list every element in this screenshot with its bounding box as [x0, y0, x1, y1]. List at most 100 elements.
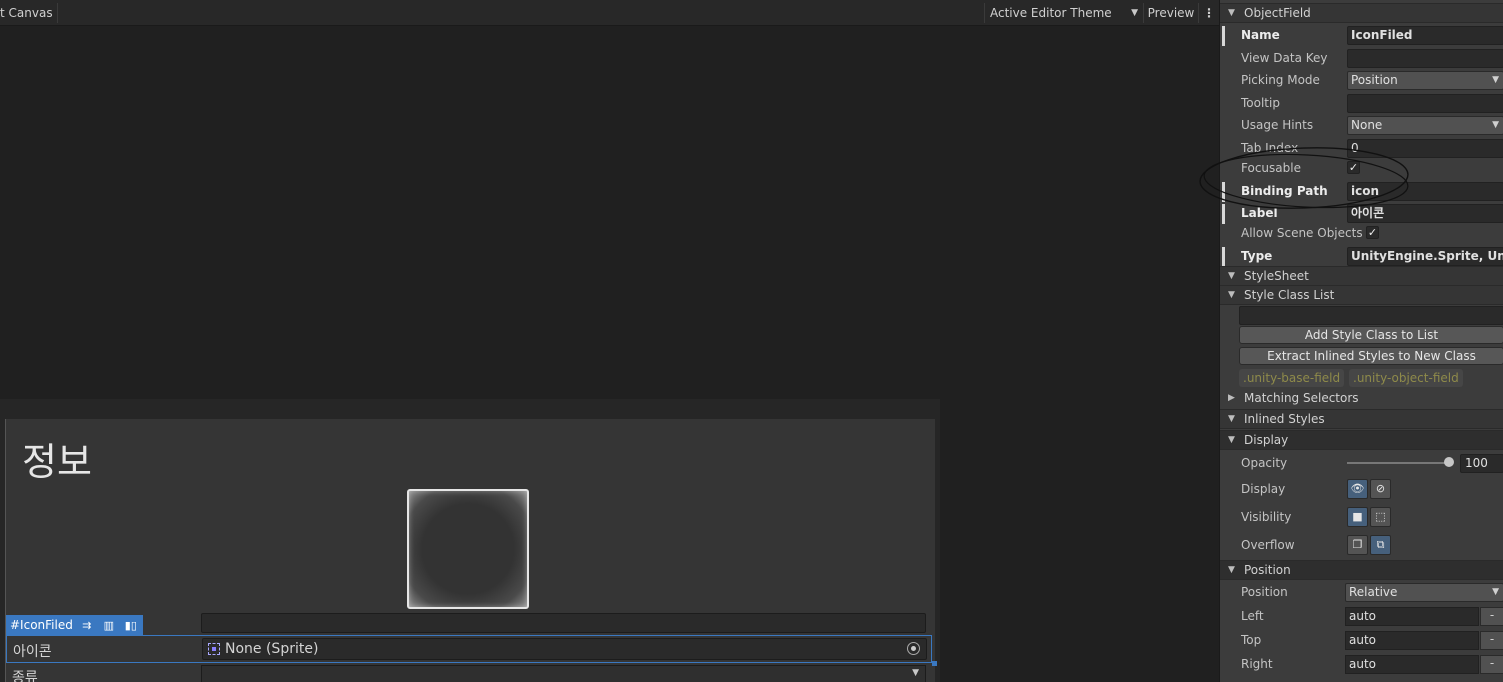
prop-type: Type UnityEngine.Sprite, UnityE: [1220, 245, 1503, 267]
ui-builder-window: t Canvas Active Editor Theme ▼ Preview ⋮…: [0, 0, 1503, 682]
label-input[interactable]: 아이콘: [1347, 204, 1503, 223]
opacity-slider[interactable]: [1347, 462, 1447, 464]
name-input[interactable]: IconFiled: [1347, 26, 1503, 45]
prop-display: Display 👁 ⊘: [1220, 478, 1503, 500]
prop-label: Focusable: [1241, 161, 1301, 175]
prop-top: Top auto -: [1220, 629, 1503, 651]
prop-right: Right auto -: [1220, 653, 1503, 675]
opacity-input[interactable]: 100: [1460, 454, 1503, 473]
prop-label: Tooltip: [1241, 96, 1280, 110]
foldout-open-icon: ▼: [1228, 414, 1235, 424]
preview-button[interactable]: Preview: [1143, 3, 1199, 23]
prop-tooltip: Tooltip: [1220, 92, 1503, 114]
chevron-down-icon: ▼: [1492, 120, 1499, 130]
allow-scene-objects-checkbox[interactable]: ✓: [1366, 226, 1379, 239]
view-data-key-input[interactable]: [1347, 49, 1503, 68]
position-dropdown[interactable]: Relative ▼: [1345, 583, 1503, 602]
canvas-tab[interactable]: t Canvas: [0, 3, 58, 23]
section-position[interactable]: ▼ Position: [1220, 560, 1503, 580]
kind-label: 종류: [12, 670, 38, 682]
right-unit-button[interactable]: -: [1480, 655, 1503, 674]
document-root[interactable]: 정보 #IconFiled ⇉ ▥ ▮▯ 아이콘 None (Sprite) 종…: [0, 399, 940, 682]
document-panel[interactable]: 정보 #IconFiled ⇉ ▥ ▮▯ 아이콘 None (Sprite) 종…: [5, 419, 937, 682]
resize-handle[interactable]: [932, 661, 937, 666]
extract-styles-button[interactable]: Extract Inlined Styles to New Class: [1239, 347, 1503, 365]
right-input[interactable]: auto: [1345, 655, 1479, 674]
prop-binding-path: Binding Path icon: [1220, 180, 1503, 202]
section-title: Inlined Styles: [1244, 412, 1325, 426]
foldout-open-icon: ▼: [1228, 8, 1235, 18]
tooltip-input[interactable]: [1347, 94, 1503, 113]
visible-square-icon[interactable]: ■: [1347, 507, 1368, 527]
prop-tab-index: Tab Index 0: [1220, 137, 1503, 159]
left-input[interactable]: auto: [1345, 607, 1479, 626]
section-inlined-styles[interactable]: ▼ Inlined Styles: [1220, 409, 1503, 429]
display-none-eye-slash-icon[interactable]: ⊘: [1370, 479, 1391, 499]
icon-preview-image[interactable]: [407, 489, 529, 609]
inspector-panel: ▼ ObjectField Name IconFiled View Data K…: [1219, 0, 1503, 682]
section-title: Style Class List: [1244, 288, 1335, 302]
left-unit-button[interactable]: -: [1480, 607, 1503, 626]
selection-tag[interactable]: #IconFiled ⇉ ▥ ▮▯: [6, 615, 143, 635]
foldout-open-icon: ▼: [1228, 565, 1235, 575]
justify-content-icon[interactable]: ▮▯: [123, 619, 139, 632]
kind-dropdown[interactable]: ▼: [201, 665, 926, 682]
section-style-class-list[interactable]: ▼ Style Class List: [1220, 285, 1503, 305]
theme-dropdown[interactable]: Active Editor Theme ▼: [984, 3, 1142, 23]
add-style-class-button[interactable]: Add Style Class to List: [1239, 326, 1503, 344]
dropdown-value: None: [1351, 118, 1383, 132]
overflow-hidden-icon[interactable]: ⧉: [1370, 535, 1391, 555]
object-field-input[interactable]: None (Sprite): [202, 638, 927, 660]
theme-dropdown-label: Active Editor Theme: [990, 6, 1112, 20]
picking-mode-dropdown[interactable]: Position ▼: [1347, 71, 1503, 90]
flex-direction-icon[interactable]: ⇉: [79, 619, 95, 632]
section-objectfield[interactable]: ▼ ObjectField: [1220, 3, 1503, 23]
display-flex-eye-icon[interactable]: 👁: [1347, 479, 1368, 499]
selection-tag-label: #IconFiled: [10, 618, 73, 632]
empty-field[interactable]: [201, 613, 926, 633]
prop-label: Position: [1241, 585, 1288, 599]
tab-index-input[interactable]: 0: [1347, 139, 1503, 158]
prop-label: Left: [1241, 609, 1264, 623]
chevron-down-icon: ▼: [1131, 8, 1138, 18]
opacity-slider-knob[interactable]: [1444, 457, 1454, 467]
type-input[interactable]: UnityEngine.Sprite, UnityE: [1347, 247, 1503, 266]
prop-label: Opacity: [1241, 456, 1288, 470]
chevron-down-icon: ▼: [1492, 587, 1499, 597]
prop-left: Left auto -: [1220, 605, 1503, 627]
object-picker-icon[interactable]: [907, 642, 920, 655]
kind-dropdown-row: 종류 ▼: [6, 665, 932, 682]
section-title: Matching Selectors: [1244, 391, 1359, 405]
foldout-open-icon: ▼: [1228, 290, 1235, 300]
style-class-input[interactable]: [1239, 306, 1503, 325]
object-field-value: None (Sprite): [225, 641, 319, 657]
override-indicator: [1222, 182, 1225, 202]
sprite-icon: [208, 643, 220, 655]
more-menu-icon[interactable]: ⋮: [1201, 3, 1217, 23]
icon-object-field[interactable]: 아이콘 None (Sprite): [6, 635, 932, 663]
binding-path-input[interactable]: icon: [1347, 182, 1503, 201]
chevron-down-icon: ▼: [912, 668, 919, 678]
section-matching-selectors[interactable]: ▶ Matching Selectors: [1220, 389, 1503, 409]
focusable-checkbox[interactable]: ✓: [1347, 161, 1360, 174]
viewport-canvas[interactable]: 정보 #IconFiled ⇉ ▥ ▮▯ 아이콘 None (Sprite) 종…: [0, 27, 1219, 682]
prop-usage-hints: Usage Hints None ▼: [1220, 114, 1503, 136]
prop-view-data-key: View Data Key: [1220, 47, 1503, 69]
align-items-icon[interactable]: ▥: [101, 619, 117, 632]
usage-hints-dropdown[interactable]: None ▼: [1347, 116, 1503, 135]
icon-field-label: 아이콘: [13, 644, 52, 660]
prop-overflow: Overflow ❐ ⧉: [1220, 534, 1503, 556]
hidden-dashed-square-icon[interactable]: ⬚: [1370, 507, 1391, 527]
prop-label: Right: [1241, 657, 1273, 671]
prop-label: Binding Path: [1241, 184, 1328, 198]
class-pill[interactable]: .unity-object-field: [1349, 369, 1463, 387]
overflow-visible-icon[interactable]: ❐: [1347, 535, 1368, 555]
top-unit-button[interactable]: -: [1480, 631, 1503, 650]
prop-position: Position Relative ▼: [1220, 581, 1503, 603]
top-input[interactable]: auto: [1345, 631, 1479, 650]
override-indicator: [1222, 204, 1225, 224]
class-pill[interactable]: .unity-base-field: [1239, 369, 1345, 387]
section-display[interactable]: ▼ Display: [1220, 430, 1503, 450]
foldout-open-icon: ▼: [1228, 435, 1235, 445]
section-stylesheet[interactable]: ▼ StyleSheet: [1220, 266, 1503, 286]
